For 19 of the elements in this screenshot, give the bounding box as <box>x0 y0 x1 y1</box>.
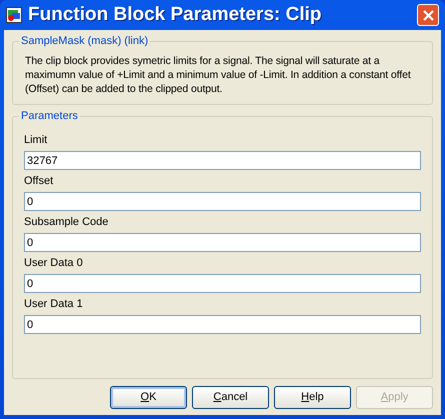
close-button[interactable] <box>417 4 439 26</box>
window-icon <box>6 7 22 23</box>
input-field[interactable]: 0 <box>24 274 421 293</box>
input-field[interactable]: 0 <box>24 315 421 334</box>
field-label: User Data 0 <box>24 256 84 271</box>
group-title: SampleMask (mask) (link) <box>19 34 150 48</box>
input-field[interactable]: 32767 <box>24 151 421 170</box>
input-field[interactable]: 0 <box>24 233 421 252</box>
window-title: Function Block Parameters: Clip <box>28 2 323 27</box>
field-label: Subsample Code <box>24 215 110 230</box>
description-text: The clip block provides symetric limits for a signal. The signal will saturate at a maximumn value of +Limit and a minimum value of -Limit. In addition a constant offet (Offset) can be added to the clipped output. <box>25 54 412 96</box>
field-label: User Data 1 <box>24 297 84 312</box>
field-label: Offset <box>24 174 54 189</box>
close-icon <box>422 10 434 20</box>
dialog-button[interactable]: Help <box>274 386 351 409</box>
dialog-button[interactable]: OK <box>110 386 187 409</box>
field-label: Limit <box>24 133 48 148</box>
dialog-button[interactable]: Cancel <box>192 386 269 409</box>
input-field[interactable]: 0 <box>24 192 421 211</box>
